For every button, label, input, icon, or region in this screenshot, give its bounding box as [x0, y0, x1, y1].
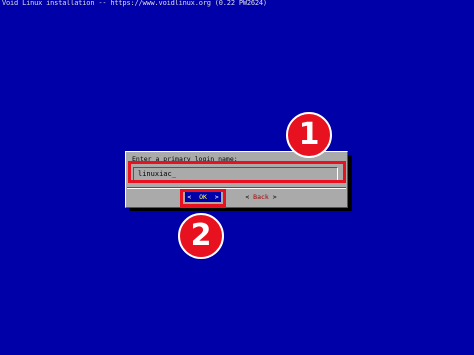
- highlight-input-box: [128, 161, 346, 183]
- step-1-badge: 1: [286, 112, 332, 158]
- highlight-ok-box: [180, 189, 226, 207]
- back-button-label: Back: [253, 193, 269, 201]
- back-button-open: <: [245, 193, 250, 201]
- dialog-separator-highlight: [127, 188, 346, 189]
- back-button[interactable]: < Back >: [242, 192, 280, 202]
- dialog-shadow-right: [348, 155, 352, 211]
- dialog-shadow-bottom: [129, 208, 352, 211]
- step-2-badge: 2: [178, 213, 224, 259]
- window-title: Void Linux installation -- https://www.v…: [2, 0, 267, 7]
- back-button-close: >: [272, 193, 277, 201]
- title-bar: Void Linux installation -- https://www.v…: [0, 0, 474, 9]
